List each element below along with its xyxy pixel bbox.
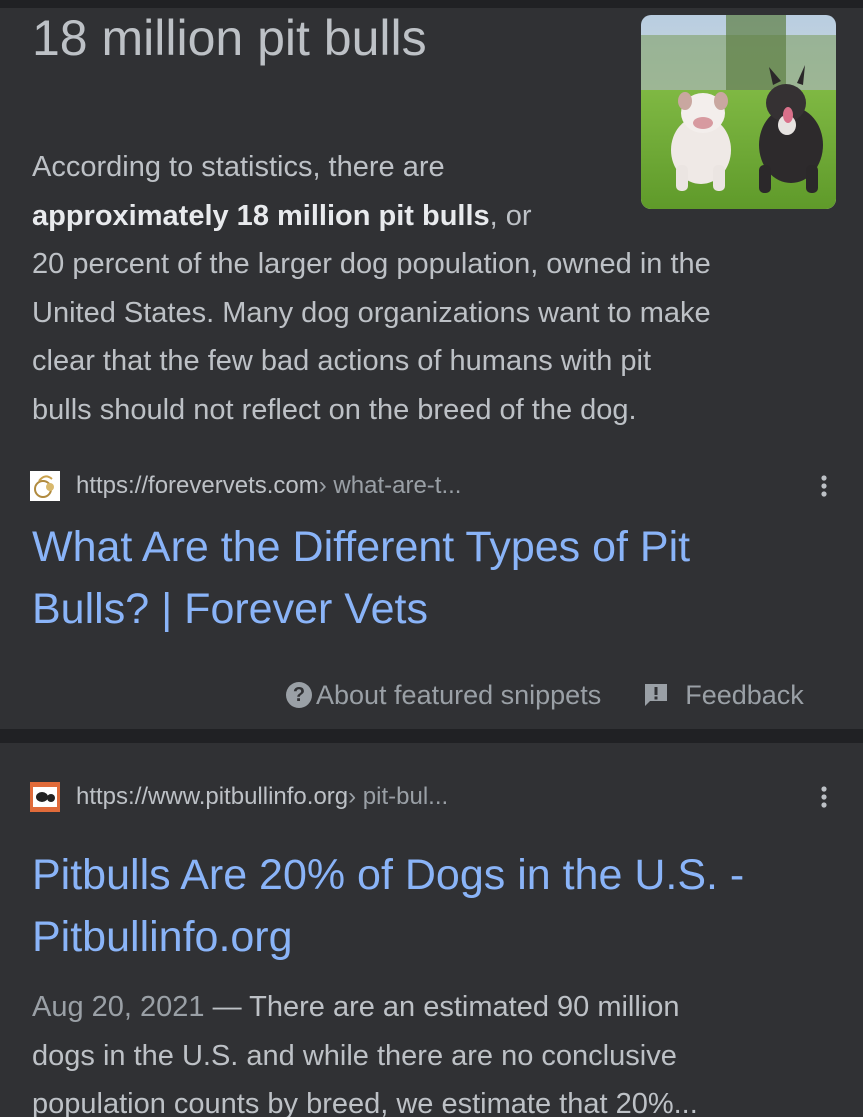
result-date: Aug 20, 2021 [32, 991, 205, 1023]
snippet-line: approximately 18 million pit bulls, or [32, 192, 711, 241]
feedback-button[interactable]: Feedback [643, 680, 804, 711]
help-icon: ? [286, 682, 312, 708]
featured-source-row[interactable]: https://forevervets.com › what-are-t... [30, 468, 461, 504]
snippet-line: Aug 20, 2021 — There are an estimated 90… [32, 983, 698, 1032]
source-url-path: › pit-bul... [348, 783, 449, 810]
about-label: About featured snippets [316, 679, 602, 710]
pitbullinfo-favicon-icon [30, 782, 60, 812]
title-line: What Are the Different Types of Pit [32, 523, 691, 571]
more-options-button[interactable] [812, 779, 836, 815]
result-source-row[interactable]: https://www.pitbullinfo.org › pit-bul... [30, 779, 448, 815]
snippet-footer: ? About featured snippets Feedback [286, 672, 804, 718]
featured-result-title-link[interactable]: What Are the Different Types of Pit Bull… [32, 516, 842, 640]
snippet-text: , or [489, 199, 532, 232]
snippet-line: population counts by breed, we estimate … [32, 1088, 698, 1117]
result-title-link[interactable]: Pitbulls Are 20% of Dogs in the U.S. - P… [32, 844, 842, 968]
snippet-line: According to statistics, there are [32, 151, 445, 183]
snippet-line: bulls should not reflect on the breed of… [32, 393, 637, 426]
more-vert-icon [821, 475, 827, 497]
source-url-host: https://www.pitbullinfo.org [76, 783, 349, 810]
featured-answer-title: 18 million pit bulls [32, 10, 427, 66]
source-url-path: › what-are-t... [318, 472, 462, 499]
snippet-line: clear that the few bad actions of humans… [32, 345, 652, 377]
snippet-line: United States. Many dog organizations wa… [32, 296, 711, 329]
result-snippet-text: Aug 20, 2021 — There are an estimated 90… [32, 983, 698, 1117]
card-divider [0, 729, 863, 743]
title-line: Bulls? | Forever Vets [32, 585, 428, 633]
title-line: Pitbullinfo.org [32, 913, 293, 961]
forevervets-favicon-icon [30, 471, 60, 501]
snippet-text: — There are an estimated 90 million [204, 991, 680, 1023]
top-edge-bar [0, 0, 863, 8]
source-url-host: https://forevervets.com [76, 472, 319, 499]
featured-snippet-card: 18 million pit bulls According to statis… [0, 8, 863, 729]
about-featured-snippets-link[interactable]: ? About featured snippets [286, 680, 601, 711]
feedback-label: Feedback [685, 679, 804, 710]
featured-snippet-text: According to statistics, there are appro… [32, 143, 711, 434]
snippet-line: dogs in the U.S. and while there are no … [32, 1039, 677, 1072]
feedback-icon [645, 684, 668, 706]
more-options-button[interactable] [812, 468, 836, 504]
snippet-line: 20 percent of the larger dog population,… [32, 248, 711, 280]
more-vert-icon [821, 786, 827, 808]
snippet-highlight: approximately 18 million pit bulls [32, 199, 490, 232]
title-line: Pitbulls Are 20% of Dogs in the U.S. - [32, 851, 745, 899]
